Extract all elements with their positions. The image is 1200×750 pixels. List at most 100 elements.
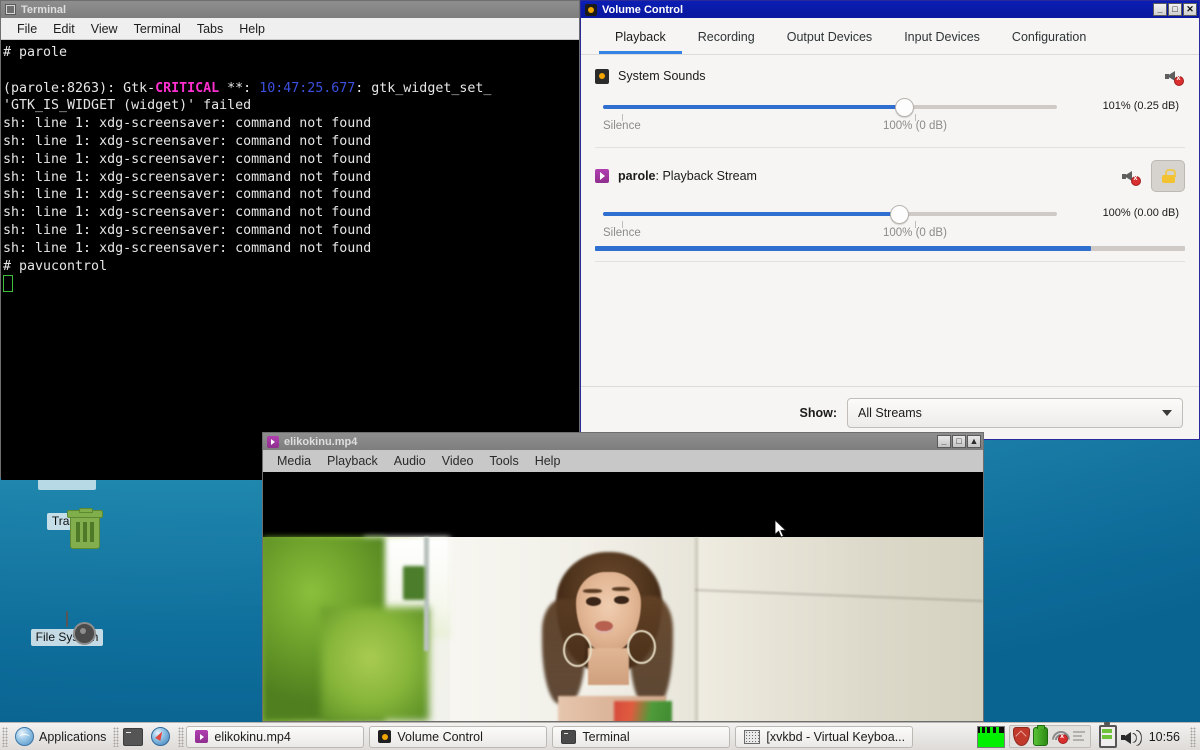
stream-row[interactable]: System Sounds 101% (0.25 dB) — [595, 55, 1185, 148]
menu-edit[interactable]: Edit — [45, 20, 83, 38]
applications-menu-button[interactable]: Applications — [10, 727, 111, 746]
network-disconnected-icon[interactable] — [1051, 729, 1070, 744]
menu-playback[interactable]: Playback — [319, 452, 386, 470]
stream-row[interactable]: parole: Playback Stream x 100% (0.00 dB)… — [595, 148, 1185, 262]
mute-toggle-button[interactable] — [1165, 67, 1185, 86]
tab-output-devices[interactable]: Output Devices — [771, 24, 888, 54]
browser-launcher-icon[interactable] — [151, 727, 171, 746]
parole-icon — [595, 169, 609, 183]
tab-input-devices[interactable]: Input Devices — [888, 24, 996, 54]
panel-handle[interactable] — [2, 726, 8, 747]
terminal-line: sh: line 1: xdg-screensaver: command not… — [3, 133, 372, 149]
volume-value-label: 100% (0.00 dB) — [1102, 207, 1179, 219]
terminal-cursor — [3, 275, 579, 295]
shield-icon[interactable] — [1012, 727, 1030, 746]
menu-video[interactable]: Video — [434, 452, 482, 470]
terminal-icon — [5, 4, 16, 15]
stream-name: System Sounds — [618, 69, 706, 83]
taskbar-window-xvkbd[interactable]: [xvkbd - Virtual Keyboa... — [735, 725, 914, 748]
volume-slider[interactable]: 100% (0.00 dB) — [595, 205, 1185, 224]
panel-handle[interactable] — [1190, 726, 1196, 747]
clock[interactable]: 10:56 — [1145, 730, 1184, 744]
video-player-menubar[interactable]: Media Playback Audio Video Tools Help — [263, 450, 983, 472]
terminal-line: sh: line 1: xdg-screensaver: command not… — [3, 205, 372, 221]
minimize-button[interactable]: _ — [937, 435, 951, 448]
taskbar[interactable]: Applications elikokinu.mp4 Volume Contro… — [0, 722, 1200, 750]
stream-name: parole: Playback Stream — [618, 169, 1113, 183]
show-streams-value: All Streams — [858, 406, 922, 420]
keyboard-icon — [744, 729, 761, 744]
close-button[interactable]: ▲ — [967, 435, 981, 448]
terminal-titlebar[interactable]: Terminal — [1, 1, 579, 18]
taskbar-window-label: [xvkbd - Virtual Keyboa... — [766, 729, 906, 744]
terminal-line: sh: line 1: xdg-screensaver: command not… — [3, 151, 372, 167]
volume-value-label: 101% (0.25 dB) — [1102, 100, 1179, 112]
menu-terminal[interactable]: Terminal — [126, 20, 189, 38]
pavucontrol-icon — [585, 3, 597, 16]
slider-silence-label: Silence — [603, 221, 641, 239]
volume-control-tabs[interactable]: Playback Recording Output Devices Input … — [581, 18, 1199, 55]
terminal-line: # parole — [3, 45, 68, 60]
volume-control-titlebar[interactable]: Volume Control _ □ ✕ — [581, 1, 1199, 18]
terminal-launcher-icon[interactable] — [123, 727, 144, 746]
parole-icon — [195, 730, 209, 743]
system-tray: 10:56 — [976, 722, 1200, 748]
chevron-down-icon — [1162, 410, 1172, 416]
tab-playback[interactable]: Playback — [599, 24, 682, 54]
video-frame — [263, 537, 983, 721]
tab-configuration[interactable]: Configuration — [996, 24, 1102, 54]
slider-base-label: 100% (0 dB) — [883, 114, 947, 132]
terminal-line: # pavucontrol — [3, 258, 108, 274]
show-streams-dropdown[interactable]: All Streams — [847, 398, 1183, 428]
globe-icon — [15, 727, 34, 746]
battery-icon[interactable] — [1032, 725, 1048, 746]
menu-view[interactable]: View — [83, 20, 126, 38]
volume-slider[interactable]: 101% (0.25 dB) — [595, 98, 1185, 117]
menu-help[interactable]: Help — [527, 452, 569, 470]
lock-icon — [1161, 168, 1176, 184]
terminal-line: sh: line 1: xdg-screensaver: command not… — [3, 169, 372, 185]
battery-status-icon[interactable] — [1098, 722, 1117, 748]
volume-icon[interactable] — [1120, 728, 1142, 746]
cpu-graph-icon[interactable] — [976, 725, 1005, 748]
tab-recording[interactable]: Recording — [682, 24, 771, 54]
desktop-icon-file-system[interactable]: File System — [21, 611, 113, 646]
pavucontrol-icon — [378, 730, 392, 743]
taskbar-window-volume-control[interactable]: Volume Control — [369, 725, 548, 748]
menu-audio[interactable]: Audio — [386, 452, 434, 470]
terminal-menubar[interactable]: File Edit View Terminal Tabs Help — [1, 18, 579, 40]
peak-level-meter — [595, 246, 1185, 251]
list-icon[interactable] — [1071, 730, 1087, 744]
minimize-button[interactable]: _ — [1153, 3, 1167, 16]
video-player-window[interactable]: elikokinu.mp4 _ □ ▲ Media Playback Audio… — [262, 432, 984, 722]
terminal-output[interactable]: # parole (parole:8263): Gtk-CRITICAL **:… — [1, 40, 579, 480]
terminal-line: 'GTK_IS_WIDGET (widget)' failed — [3, 98, 252, 114]
menu-tools[interactable]: Tools — [482, 452, 527, 470]
volume-control-window[interactable]: Volume Control _ □ ✕ Playback Recording … — [580, 0, 1200, 440]
terminal-window[interactable]: Terminal File Edit View Terminal Tabs He… — [0, 0, 580, 480]
video-player-titlebar[interactable]: elikokinu.mp4 _ □ ▲ — [263, 433, 983, 450]
taskbar-window-label: Terminal — [582, 729, 630, 744]
taskbar-window-elikokinu[interactable]: elikokinu.mp4 — [186, 725, 365, 748]
volume-control-title: Volume Control — [602, 3, 684, 16]
terminal-line: sh: line 1: xdg-screensaver: command not… — [3, 222, 372, 238]
terminal-line: sh: line 1: xdg-screensaver: command not… — [3, 240, 372, 256]
lock-channels-button[interactable] — [1151, 160, 1185, 192]
mute-toggle-button[interactable] — [1122, 167, 1142, 186]
applications-label: Applications — [39, 729, 107, 744]
video-player-title: elikokinu.mp4 — [284, 435, 358, 448]
drive-icon — [21, 611, 113, 645]
close-button[interactable]: ✕ — [1183, 3, 1197, 16]
menu-media[interactable]: Media — [269, 452, 319, 470]
maximize-button[interactable]: □ — [952, 435, 966, 448]
taskbar-window-terminal[interactable]: Terminal — [552, 725, 731, 748]
maximize-button[interactable]: □ — [1168, 3, 1182, 16]
desktop-icon-trash[interactable]: Trash — [21, 508, 113, 549]
panel-handle[interactable] — [113, 726, 120, 747]
video-surface[interactable] — [263, 472, 983, 721]
panel-handle[interactable] — [178, 726, 185, 747]
menu-help[interactable]: Help — [231, 20, 273, 38]
menu-tabs[interactable]: Tabs — [189, 20, 231, 38]
menu-file[interactable]: File — [9, 20, 45, 38]
system-sounds-icon — [595, 68, 609, 84]
